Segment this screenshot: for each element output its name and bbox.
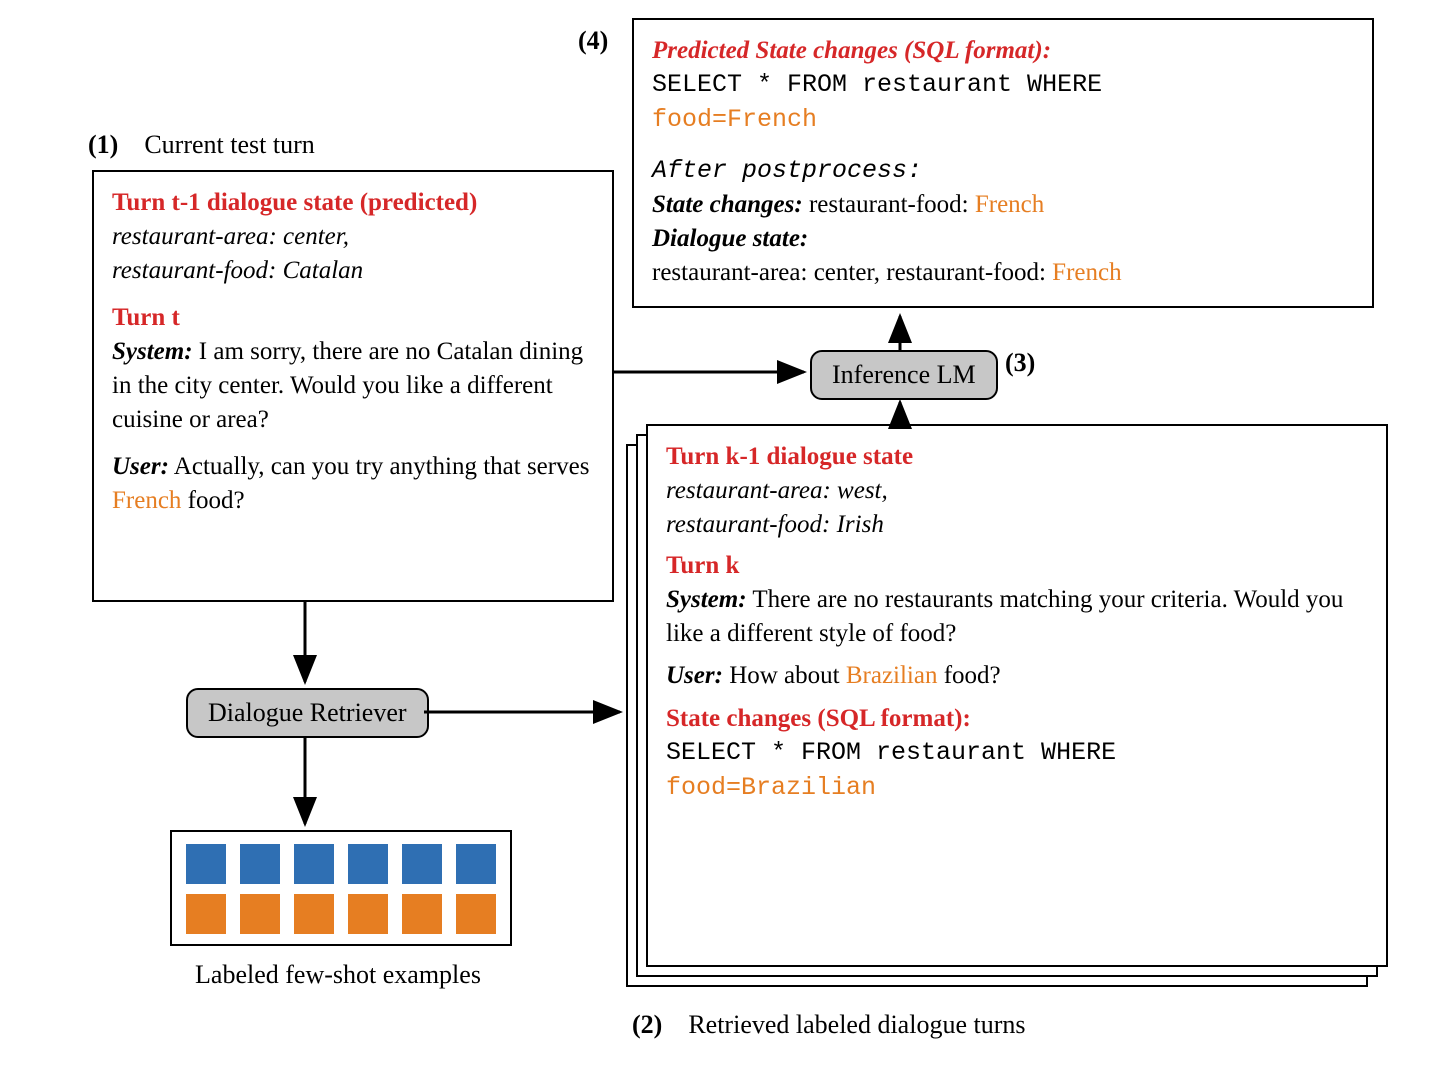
postprocess-label: After postprocess:	[652, 154, 1354, 188]
inference-lm-node: Inference LM	[810, 350, 998, 400]
pred-heading: Predicted State changes (SQL format)	[652, 37, 1043, 64]
sys-k-label: System:	[666, 586, 747, 613]
examples-box	[170, 830, 512, 946]
square-icon	[186, 844, 226, 884]
pred-sql-2: food=French	[652, 105, 817, 134]
square-icon	[294, 844, 334, 884]
pred-sql-1: SELECT * FROM restaurant WHERE	[652, 68, 1354, 102]
square-icon	[294, 894, 334, 934]
sc-hl: French	[975, 191, 1044, 218]
square-icon	[240, 894, 280, 934]
num-4: (4)	[578, 26, 608, 55]
square-icon	[348, 844, 388, 884]
prev-k-2: restaurant-food: Irish	[666, 508, 1368, 542]
square-icon	[402, 894, 442, 934]
sql-k-2: food=Brazilian	[666, 773, 876, 802]
square-icon	[348, 894, 388, 934]
square-icon	[186, 894, 226, 934]
sql-k-1: SELECT * FROM restaurant WHERE	[666, 736, 1368, 770]
retrieved-turn-box: Turn k-1 dialogue state restaurant-area:…	[646, 424, 1388, 967]
ds-hl: French	[1052, 259, 1121, 286]
user-pre: Actually, can you try anything that serv…	[169, 453, 590, 480]
square-icon	[456, 894, 496, 934]
num-3: (3)	[1005, 348, 1035, 377]
examples-row-blue	[186, 844, 496, 884]
predicted-box: Predicted State changes (SQL format): SE…	[632, 18, 1374, 308]
user-k-pre: How about	[723, 662, 846, 689]
sc-label: State changes:	[652, 191, 803, 218]
sc-text: restaurant-food:	[809, 191, 975, 218]
ds-text: restaurant-area: center, restaurant-food…	[652, 259, 1052, 286]
inference-label: Inference LM	[832, 360, 976, 389]
square-icon	[240, 844, 280, 884]
user-label: User:	[112, 453, 169, 480]
examples-caption: Labeled few-shot examples	[158, 960, 518, 990]
ds-label: Dialogue state:	[652, 225, 808, 252]
prev-k-heading: Turn k-1 dialogue state	[666, 440, 1368, 474]
user-k-post: food?	[937, 662, 1000, 689]
num-2: (2)	[632, 1010, 662, 1039]
prev-k-1: restaurant-area: west,	[666, 474, 1368, 508]
user-k-hl: Brazilian	[846, 662, 938, 689]
sys-label: System:	[112, 338, 193, 365]
user-hl: French	[112, 487, 181, 514]
prev-state-heading: Turn t-1 dialogue state (predicted)	[112, 186, 594, 220]
label-4: (4)	[578, 26, 608, 56]
label-1-text: Current test turn	[144, 130, 314, 159]
label-2-text: Retrieved labeled dialogue turns	[688, 1010, 1025, 1039]
current-turn-box: Turn t-1 dialogue state (predicted) rest…	[92, 170, 614, 602]
dialogue-retriever-node: Dialogue Retriever	[186, 688, 429, 738]
sc-k-heading: State changes (SQL format):	[666, 702, 1368, 736]
examples-row-orange	[186, 894, 496, 934]
num-1: (1)	[88, 130, 118, 159]
turn-heading: Turn t	[112, 301, 594, 335]
label-3: (3)	[1005, 348, 1035, 378]
label-2: (2) Retrieved labeled dialogue turns	[632, 1010, 1026, 1040]
prev-state-1: restaurant-area: center,	[112, 220, 594, 254]
user-k-label: User:	[666, 662, 723, 689]
square-icon	[456, 844, 496, 884]
label-1: (1) Current test turn	[88, 130, 315, 160]
prev-state-2: restaurant-food: Catalan	[112, 254, 594, 288]
user-post: food?	[181, 487, 244, 514]
sys-k-text: There are no restaurants matching your c…	[666, 586, 1343, 647]
turn-k-heading: Turn k	[666, 549, 1368, 583]
retriever-label: Dialogue Retriever	[208, 698, 407, 727]
square-icon	[402, 844, 442, 884]
